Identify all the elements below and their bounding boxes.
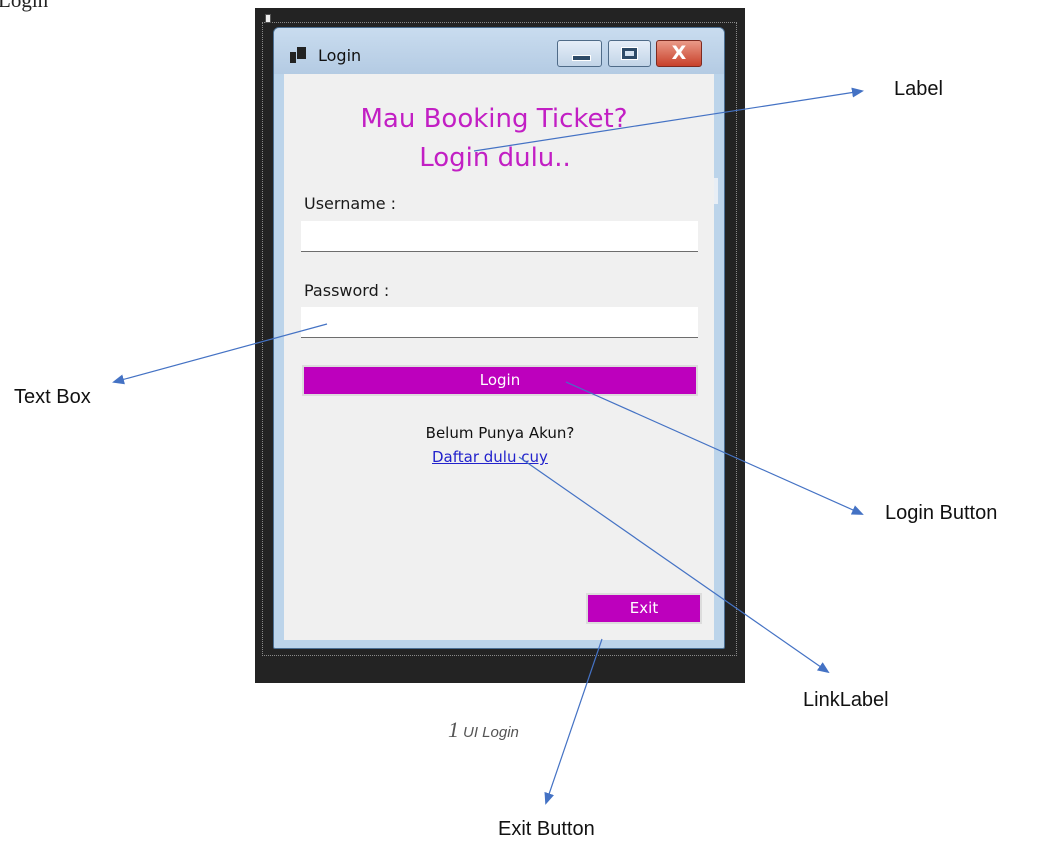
username-label: Username :: [304, 194, 397, 213]
close-icon: X: [671, 42, 687, 64]
password-label: Password :: [304, 281, 390, 300]
window-title: Login: [318, 46, 362, 65]
heading-label-line-2: Login dulu..: [419, 143, 571, 173]
heading-label-line-1: Mau Booking Ticket?: [360, 104, 628, 134]
window-titlebar[interactable]: Login X: [274, 28, 724, 74]
login-button[interactable]: Login: [302, 365, 698, 396]
page-top-text: Login: [0, 0, 49, 12]
minimize-button[interactable]: [557, 40, 602, 67]
annotation-exit-button: Exit Button: [498, 818, 595, 840]
password-input[interactable]: [301, 307, 698, 338]
close-button[interactable]: X: [656, 40, 702, 67]
figure-caption: 1 UI Login: [448, 717, 519, 743]
caption-text: UI Login: [463, 724, 519, 741]
form-client-area: Mau Booking Ticket? Login dulu.. Usernam…: [284, 74, 718, 640]
register-link[interactable]: Daftar dulu cuy: [432, 448, 548, 466]
annotation-text-box: Text Box: [14, 386, 91, 408]
username-input[interactable]: [301, 221, 698, 252]
resize-mark: [714, 178, 718, 204]
login-window: Login X Mau Booking Ticket? Login dulu..…: [273, 27, 725, 649]
caption-number: 1: [448, 717, 459, 742]
annotation-linklabel: LinkLabel: [803, 689, 889, 711]
exit-button[interactable]: Exit: [586, 593, 702, 624]
annotation-label: Label: [894, 78, 943, 100]
designer-grip-handle[interactable]: [265, 14, 271, 23]
minimize-icon: [572, 55, 591, 61]
maximize-icon: [621, 47, 638, 60]
annotation-login-button: Login Button: [885, 502, 998, 524]
no-account-label: Belum Punya Akun?: [425, 424, 575, 442]
app-icon: [290, 47, 306, 63]
maximize-button[interactable]: [608, 40, 651, 67]
